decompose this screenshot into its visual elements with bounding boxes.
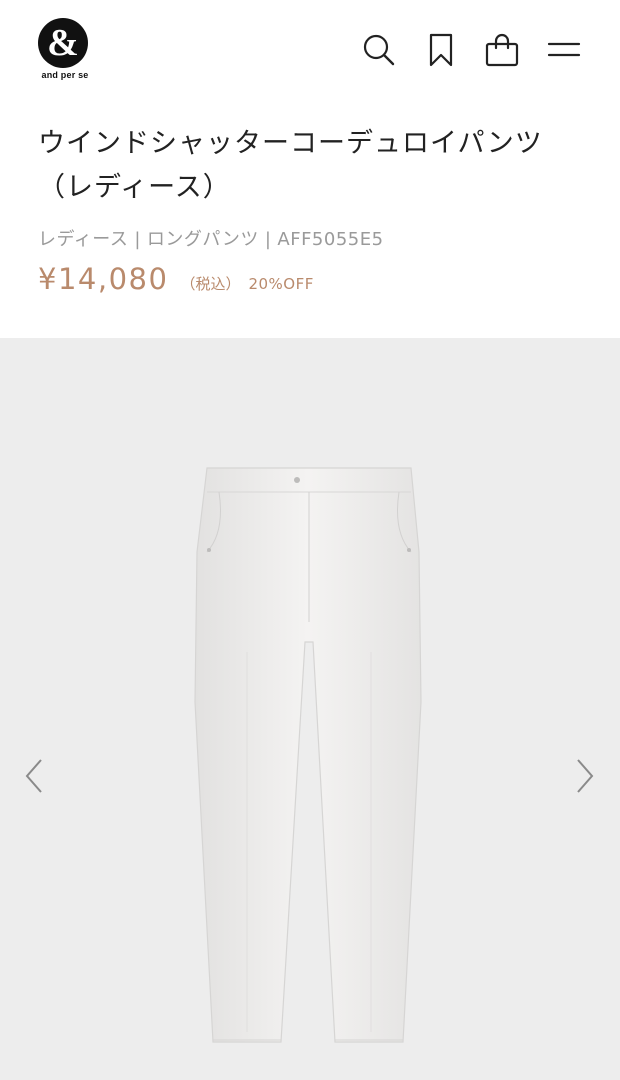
price-value: ¥14,080 — [38, 262, 169, 296]
product-image-gallery[interactable] — [0, 338, 620, 1080]
chevron-right-icon — [577, 759, 594, 793]
logo-text: and per se — [41, 70, 89, 80]
meta-separator: | — [134, 229, 141, 250]
logo-symbol: & — [47, 22, 79, 64]
product-code: AFF5055E5 — [277, 229, 384, 250]
brand-logo[interactable]: & and per se — [34, 18, 96, 84]
search-button[interactable] — [360, 31, 398, 69]
gender-link[interactable]: レディース — [38, 229, 128, 250]
menu-icon — [547, 42, 581, 57]
menu-button[interactable] — [545, 31, 583, 69]
gallery-prev-button[interactable] — [14, 756, 54, 796]
category-link[interactable]: ロングパンツ — [147, 229, 259, 250]
price-row: ¥14,080 （税込） 20%OFF — [38, 262, 588, 310]
discount-label: 20%OFF — [248, 275, 314, 293]
search-icon — [363, 34, 395, 66]
product-image — [194, 467, 422, 1043]
shopping-bag-icon — [485, 33, 519, 67]
bookmark-icon — [429, 33, 453, 67]
product-info: ウインドシャッターコーデュロイパンツ（レディース） レディース | ロングパンツ | A… — [38, 122, 588, 310]
meta-separator: | — [264, 229, 272, 250]
favorite-button[interactable] — [422, 31, 460, 69]
product-meta: レディース | ロングパンツ | AFF5055E5 — [38, 226, 588, 254]
price-tax-label: （税込） — [180, 275, 241, 293]
gallery-next-button[interactable] — [565, 756, 605, 796]
site-header: & and per se — [0, 0, 620, 100]
chevron-left-icon — [25, 759, 42, 793]
product-title: ウインドシャッターコーデュロイパンツ（レディース） — [38, 128, 543, 203]
cart-button[interactable] — [483, 31, 521, 69]
